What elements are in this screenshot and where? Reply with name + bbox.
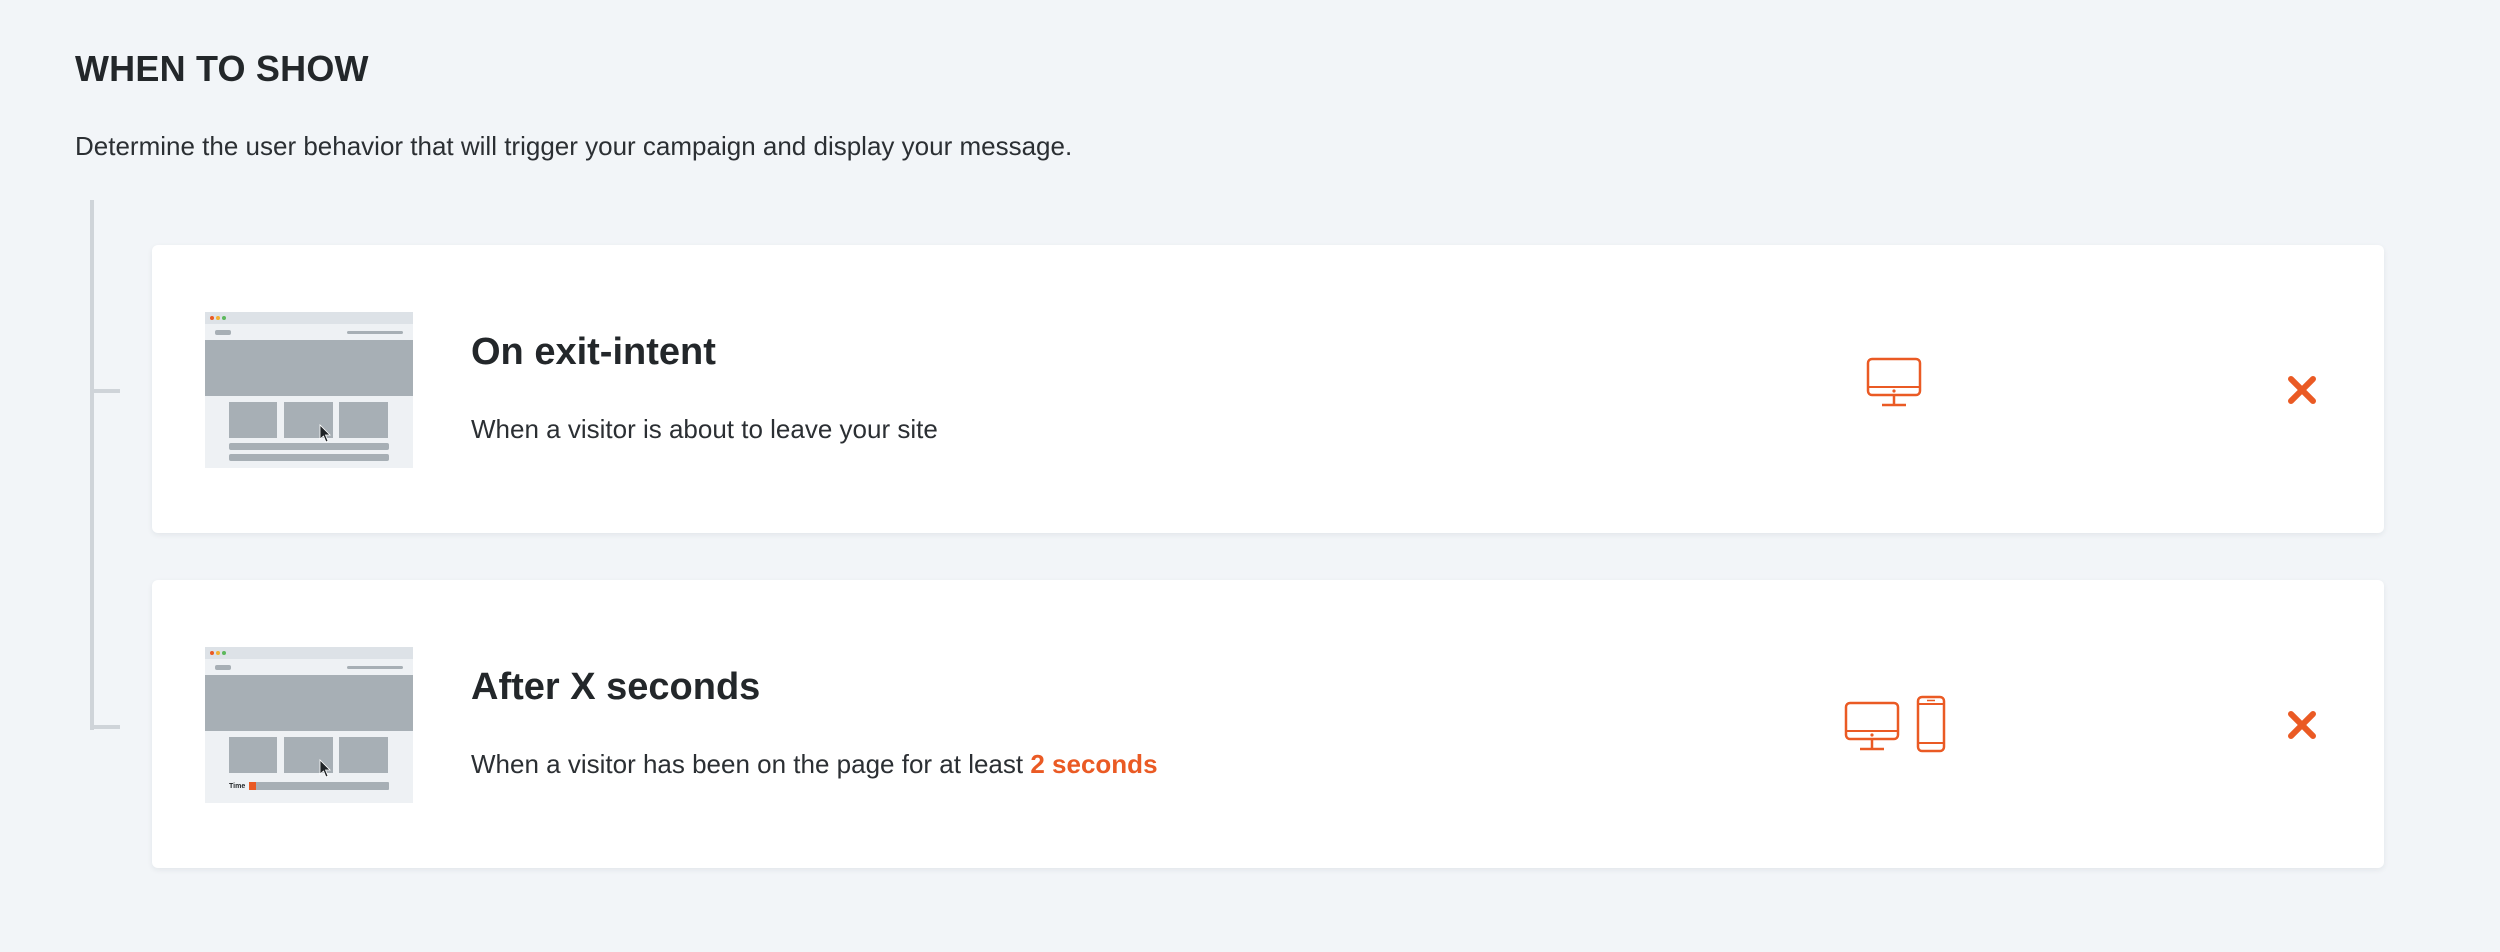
desktop-icon [1866,357,1922,407]
card-description: When a visitor has been on the page for … [471,749,1158,780]
trigger-card-exit-intent[interactable]: On exit-intent When a visitor is about t… [152,245,2384,533]
tree-branch-1 [90,389,120,393]
timer-thumbnail: Time [205,647,413,803]
device-icons [1844,695,1946,753]
section-title: WHEN TO SHOW [75,48,369,89]
close-icon [2288,711,2316,739]
mobile-icon [1916,695,1946,753]
close-icon [2288,376,2316,404]
trigger-card-after-x-seconds[interactable]: Time After X seconds When a visitor has … [152,580,2384,868]
section-description: Determine the user behavior that will tr… [75,131,1073,161]
desktop-icon [1844,701,1900,751]
card-title: On exit-intent [471,331,716,373]
card-description: When a visitor is about to leave your si… [471,414,938,444]
remove-trigger-button[interactable] [2282,705,2322,745]
thumbnail-time-label: Time [229,783,245,790]
tree-connector-line [90,200,94,730]
tree-branch-2 [90,725,120,729]
seconds-value-link[interactable]: 2 seconds [1030,749,1157,779]
device-icons [1866,357,1922,409]
card-description-text: When a visitor has been on the page for … [471,749,1024,779]
exit-intent-thumbnail [205,312,413,468]
card-title: After X seconds [471,666,761,708]
remove-trigger-button[interactable] [2282,370,2322,410]
when-to-show-page: WHEN TO SHOW Determine the user behavior… [0,0,2500,952]
